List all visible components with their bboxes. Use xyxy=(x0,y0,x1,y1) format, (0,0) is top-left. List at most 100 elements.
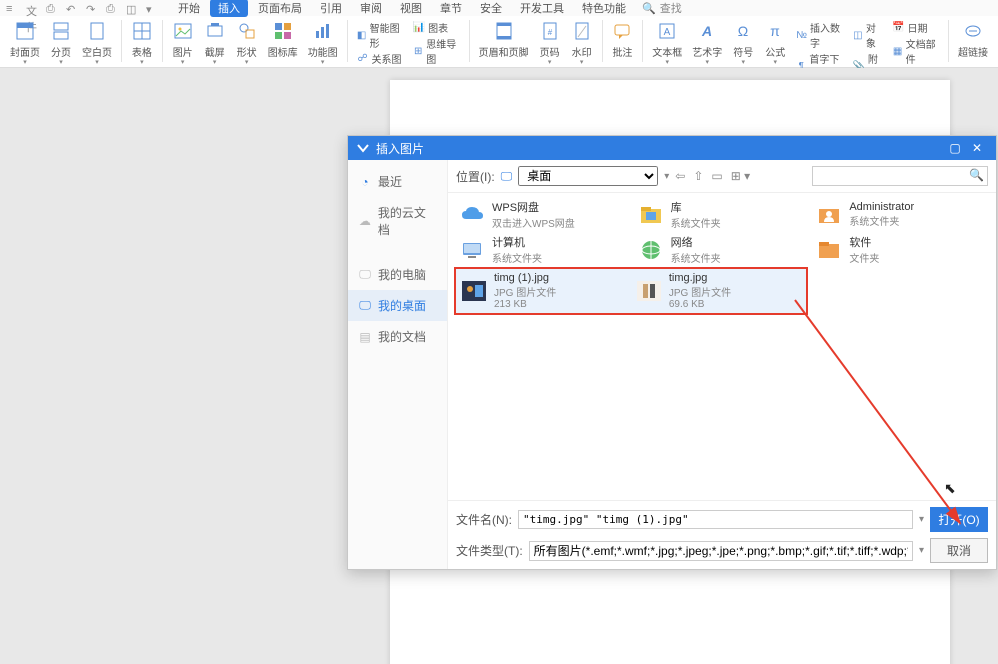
tab-security[interactable]: 安全 xyxy=(472,0,510,17)
svg-text:A: A xyxy=(664,27,671,38)
tab-view[interactable]: 视图 xyxy=(392,0,430,17)
rb-picture[interactable]: 图片▾ xyxy=(168,20,198,66)
tab-devtools[interactable]: 开发工具 xyxy=(512,0,572,17)
svg-text:Ω: Ω xyxy=(738,23,748,39)
rb-comment[interactable]: 批注 xyxy=(607,20,637,59)
network-icon xyxy=(637,236,665,264)
qat-preview-icon[interactable]: ◫ xyxy=(126,3,136,13)
file-network[interactable]: 网络系统文件夹 xyxy=(633,232,812,267)
rb-object[interactable]: ◫对象 xyxy=(853,20,883,50)
cloud-icon: ☁ xyxy=(358,214,372,228)
rb-pagebreak[interactable]: 分页▾ xyxy=(46,20,76,66)
qat-save-icon[interactable]: ⎙ xyxy=(46,3,56,13)
back-icon[interactable]: ⇦ xyxy=(675,169,685,183)
rb-watermark[interactable]: 水印▾ xyxy=(567,20,597,66)
cancel-button[interactable]: 取消 xyxy=(930,538,988,563)
rb-insnumber[interactable]: №插入数字 xyxy=(796,20,843,50)
cloud-icon xyxy=(458,201,486,229)
side-docs[interactable]: ▤我的文档 xyxy=(348,321,447,352)
rb-mindmap[interactable]: ⊞思维导图 xyxy=(413,36,460,66)
filename-label: 文件名(N): xyxy=(456,511,512,528)
svg-text:π: π xyxy=(770,23,780,39)
location-row: 位置(I): 🖵 桌面 ▾ ⇦ ⇧ ▭ ⊞ ▾ 🔍 xyxy=(448,160,996,193)
location-select[interactable]: 桌面 xyxy=(518,166,658,186)
tab-features[interactable]: 特色功能 xyxy=(574,0,634,17)
side-cloud[interactable]: ☁我的云文档 xyxy=(348,197,447,245)
up-icon[interactable]: ⇧ xyxy=(693,169,703,183)
side-recent[interactable]: ◔最近 xyxy=(348,166,447,197)
search-icon: 🔍 xyxy=(642,2,656,15)
rb-table[interactable]: 表格▾ xyxy=(127,20,157,66)
pc-icon: 🖵 xyxy=(358,268,372,282)
computer-icon xyxy=(458,236,486,264)
rb-pagenum[interactable]: #页码▾ xyxy=(535,20,565,66)
library-icon xyxy=(637,201,665,229)
menu-icon[interactable]: ≡ xyxy=(6,3,16,13)
rb-wordart[interactable]: A艺术字▾ xyxy=(688,20,726,66)
qat: ≡ 文件 ⎙ ↶ ↷ ⎙ ◫ ▾ xyxy=(6,3,156,13)
rb-date[interactable]: 📅日期 xyxy=(893,20,928,35)
menubar-search[interactable]: 🔍 查找 xyxy=(642,0,682,16)
dialog-titlebar: 插入图片 ▢ ✕ xyxy=(348,136,996,160)
search-label: 查找 xyxy=(660,0,682,16)
file-wpsdisk[interactable]: WPS网盘双击进入WPS网盘 xyxy=(454,197,633,232)
dialog-main: 位置(I): 🖵 桌面 ▾ ⇦ ⇧ ▭ ⊞ ▾ 🔍 xyxy=(448,160,996,569)
file-library[interactable]: 库系统文件夹 xyxy=(633,197,812,232)
side-desktop[interactable]: 🖵我的桌面 xyxy=(348,290,447,321)
svg-text:A: A xyxy=(701,23,712,39)
rb-hyperlink[interactable]: 超链接 xyxy=(954,20,992,59)
tab-start[interactable]: 开始 xyxy=(170,0,208,17)
close-button[interactable]: ✕ xyxy=(966,141,988,155)
dialog-search: 🔍 xyxy=(812,166,988,186)
qat-redo-icon[interactable]: ↷ xyxy=(86,3,96,13)
qat-undo-icon[interactable]: ↶ xyxy=(66,3,76,13)
qat-print-icon[interactable]: ⎙ xyxy=(106,3,116,13)
file-software[interactable]: 软件文件夹 xyxy=(811,232,990,267)
file-grid[interactable]: WPS网盘双击进入WPS网盘 库系统文件夹 Administrator系统文件夹 xyxy=(448,193,996,500)
rb-shapes[interactable]: 形状▾ xyxy=(232,20,262,66)
tab-layout[interactable]: 页面布局 xyxy=(250,0,310,17)
side-computer[interactable]: 🖵我的电脑 xyxy=(348,259,447,290)
rb-docparts[interactable]: ▦文档部件 xyxy=(893,36,940,66)
rb-headerfooter[interactable]: 页眉和页脚 xyxy=(475,20,533,59)
rb-screenshot[interactable]: 截屏▾ xyxy=(200,20,230,66)
newfolder-icon[interactable]: ▭ xyxy=(711,169,722,183)
desktop-icon: 🖵 xyxy=(358,299,372,313)
tab-insert[interactable]: 插入 xyxy=(210,0,248,17)
filename-input[interactable] xyxy=(518,510,913,529)
rb-cover[interactable]: 封面页▾ xyxy=(6,20,44,66)
file-timg1[interactable]: timg (1).jpgJPG 图片文件213 KB xyxy=(456,269,631,313)
file-menu[interactable]: 文件 xyxy=(26,3,36,13)
open-button[interactable]: 打开(O) xyxy=(930,507,988,532)
rb-funcchart[interactable]: 功能图▾ xyxy=(304,20,342,66)
tab-refs[interactable]: 引用 xyxy=(312,0,350,17)
tab-section[interactable]: 章节 xyxy=(432,0,470,17)
ribbon: 封面页▾ 分页▾ 空白页▾ 表格▾ 图片▾ 截屏▾ 形状▾ 图标库 功能图▾ ◧… xyxy=(0,16,998,68)
search-input[interactable] xyxy=(812,166,988,186)
folder-icon xyxy=(815,236,843,264)
clock-icon: ◔ xyxy=(358,175,372,189)
rb-blank[interactable]: 空白页▾ xyxy=(78,20,116,66)
rb-rightgroup3: 📅日期 ▦文档部件 xyxy=(889,20,944,66)
rb-smartart[interactable]: ◧智能图形 xyxy=(357,20,404,50)
filetype-select[interactable] xyxy=(529,541,913,561)
qat-more-icon[interactable]: ▾ xyxy=(146,3,156,13)
app-icon xyxy=(356,141,370,155)
image-thumb-icon xyxy=(460,277,488,305)
maximize-button[interactable]: ▢ xyxy=(944,141,966,155)
view-icon[interactable]: ⊞ ▾ xyxy=(731,169,750,183)
search-icon[interactable]: 🔍 xyxy=(969,168,984,182)
selected-files-row: timg (1).jpgJPG 图片文件213 KB timg.jpgJPG 图… xyxy=(454,267,808,315)
file-admin[interactable]: Administrator系统文件夹 xyxy=(811,197,990,232)
rb-textbox[interactable]: A文本框▾ xyxy=(648,20,686,66)
tab-review[interactable]: 审阅 xyxy=(352,0,390,17)
rb-symbol[interactable]: Ω符号▾ xyxy=(728,20,758,66)
image-thumb-icon xyxy=(635,277,663,305)
rb-iconlib[interactable]: 图标库 xyxy=(264,20,302,59)
dialog-title: 插入图片 xyxy=(376,140,424,157)
rb-relation[interactable]: ☍关系图 xyxy=(357,51,402,66)
file-timg[interactable]: timg.jpgJPG 图片文件69.6 KB xyxy=(631,269,806,313)
file-computer[interactable]: 计算机系统文件夹 xyxy=(454,232,633,267)
rb-equation[interactable]: π公式▾ xyxy=(760,20,790,66)
rb-chart[interactable]: 📊图表 xyxy=(413,20,448,35)
